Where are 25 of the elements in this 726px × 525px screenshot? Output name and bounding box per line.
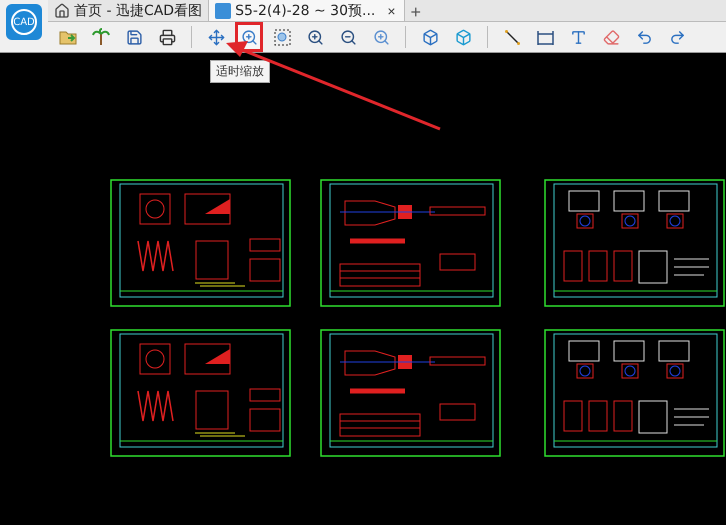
zoom-previous-icon (372, 28, 390, 46)
zoom-fit-icon (240, 28, 258, 46)
zoom-in-icon (306, 28, 324, 46)
close-button[interactable]: × (385, 2, 398, 18)
new-tab-button[interactable]: + (404, 3, 428, 21)
tab[interactable]: S5-2(4)-28 ~ 30预... × (209, 0, 405, 21)
eraser-icon (602, 28, 620, 46)
save-icon (126, 28, 142, 46)
tooltip: 适时缩放 (210, 60, 270, 83)
dimension-icon (536, 28, 554, 46)
palm-tree-icon (92, 28, 110, 46)
file-icon (215, 2, 232, 18)
folder-icon (59, 29, 77, 45)
zoom-window-icon (274, 28, 290, 46)
redo-icon (668, 28, 686, 46)
home-icon (54, 2, 70, 18)
pan-icon (208, 28, 224, 46)
cube-icon (422, 28, 438, 46)
cube-icon (454, 28, 472, 46)
zoom-out-icon (340, 28, 356, 46)
print-icon (158, 28, 176, 46)
text-icon (570, 28, 586, 46)
line-icon (504, 28, 520, 46)
app-logo: CAD (6, 4, 42, 40)
undo-icon (636, 28, 652, 46)
